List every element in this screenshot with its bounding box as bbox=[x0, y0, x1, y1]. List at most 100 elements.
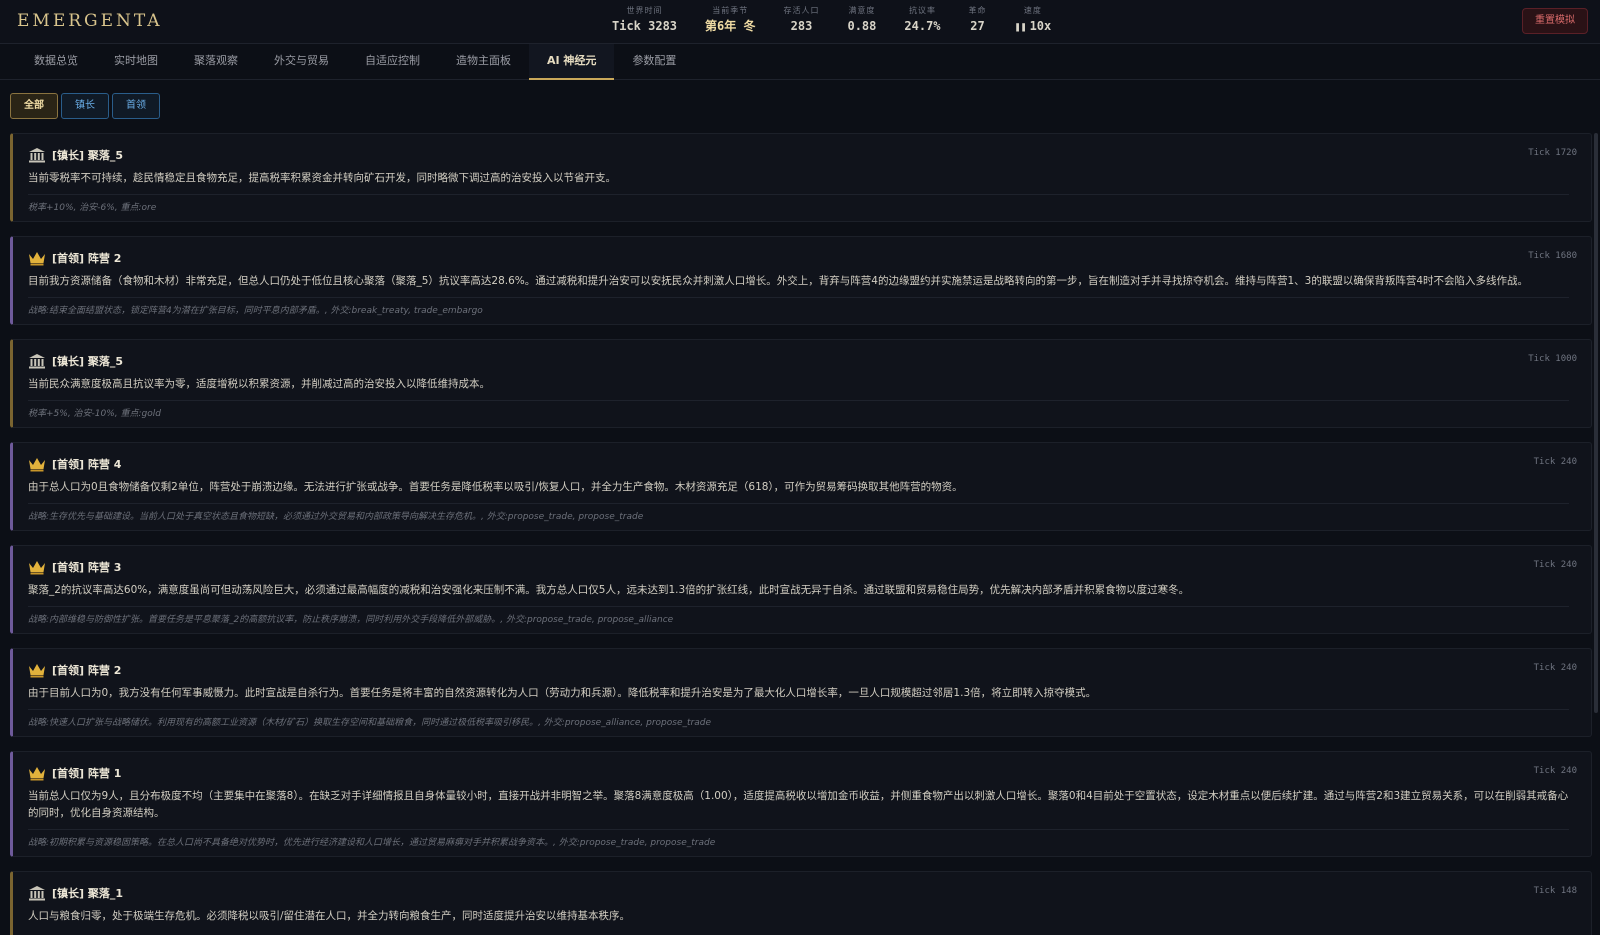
divider bbox=[28, 829, 1569, 830]
scrollbar[interactable] bbox=[1594, 133, 1598, 713]
speed-control[interactable]: ❚❚ 10x bbox=[1015, 17, 1052, 37]
speed-value: 10x bbox=[1029, 19, 1052, 33]
decision-card: [镇长] 聚落_5 Tick 1000 当前民众满意度极高且抗议率为零，适度增税… bbox=[10, 339, 1592, 428]
card-action-summary: 战略:结束全面结盟状态，锁定阵营4为潜在扩张目标，同时平息内部矛盾。, 外交:b… bbox=[28, 306, 483, 316]
divider bbox=[28, 503, 1569, 504]
card-reasoning: 人口与粮食归零，处于极端生存危机。必须降税以吸引/留住潜在人口，并全力转向粮食生… bbox=[28, 910, 631, 922]
stat-label: 速度 bbox=[1023, 6, 1042, 15]
card-tick: Tick 1680 bbox=[1528, 251, 1577, 261]
card-action-summary: 战略:快速人口扩张与战略储伏。利用现有的高额工业资源（木材/矿石）换取生存空间和… bbox=[28, 718, 711, 728]
stats-bar: 世界时间 Tick 3283 当前季节 第6年 冬 存活人口 283 满意度 0… bbox=[598, 5, 1065, 39]
card-tick: Tick 1000 bbox=[1528, 354, 1577, 364]
card-title: [首领] 阵营 2 bbox=[52, 664, 122, 677]
stat-value: 27 bbox=[970, 19, 985, 33]
card-tick: Tick 240 bbox=[1533, 766, 1577, 776]
tab-ai-neurons[interactable]: AI 神经元 bbox=[529, 44, 615, 80]
card-reasoning: 当前零税率不可持续，趁民情稳定且食物充足，提高税率积累资金并转向矿石开发，同时略… bbox=[28, 172, 616, 184]
stat-world-time: 世界时间 Tick 3283 bbox=[598, 5, 691, 39]
decision-card: [首领] 阵营 4 Tick 240 由于总人口为0且食物储备仅剩2单位，阵营处… bbox=[10, 442, 1592, 531]
stat-value: Tick 3283 bbox=[612, 19, 678, 33]
reset-simulation-button[interactable]: 重置模拟 bbox=[1522, 8, 1588, 34]
card-title: [首领] 阵营 4 bbox=[52, 458, 122, 471]
main-tabs: 数据总览 实时地图 聚落观察 外交与贸易 自适应控制 造物主面板 AI 神经元 … bbox=[0, 44, 1600, 80]
card-header: [首领] 阵营 4 bbox=[28, 455, 121, 473]
card-header: [镇长] 聚落_5 bbox=[28, 352, 123, 370]
stat-season: 当前季节 第6年 冬 bbox=[691, 5, 769, 39]
card-header: [首领] 阵营 1 bbox=[28, 764, 121, 782]
stat-value: 283 bbox=[790, 19, 813, 33]
crown-icon bbox=[29, 664, 45, 678]
card-action-summary: 税率+10%, 治安-6%, 重点:ore bbox=[28, 203, 157, 213]
stat-revolutions: 革命 27 bbox=[955, 5, 1001, 39]
filter-leader-button[interactable]: 首领 bbox=[112, 93, 160, 119]
decision-card: [首领] 阵营 2 Tick 240 由于目前人口为0，我方没有任何军事威慑力。… bbox=[10, 648, 1592, 737]
stat-value: 0.88 bbox=[847, 19, 877, 33]
tab-parameters[interactable]: 参数配置 bbox=[614, 44, 694, 80]
bank-icon bbox=[29, 148, 45, 163]
stat-label: 革命 bbox=[968, 6, 987, 15]
crown-icon bbox=[29, 561, 45, 575]
divider bbox=[28, 606, 1569, 607]
tab-diplomacy-trade[interactable]: 外交与贸易 bbox=[256, 44, 347, 80]
card-title: [镇长] 聚落_5 bbox=[52, 149, 124, 162]
card-reasoning: 当前总人口仅为9人，且分布极度不均（主要集中在聚落8）。在缺乏对手详细情报且自身… bbox=[28, 790, 1569, 819]
bank-icon bbox=[29, 886, 45, 901]
filter-mayor-button[interactable]: 镇长 bbox=[61, 93, 109, 119]
card-reasoning: 聚落_2的抗议率高达60%，满意度虽尚可但动荡风险巨大，必须通过最高幅度的减税和… bbox=[28, 584, 1190, 596]
stat-population: 存活人口 283 bbox=[769, 5, 833, 39]
decision-card: [首领] 阵营 1 Tick 240 当前总人口仅为9人，且分布极度不均（主要集… bbox=[10, 751, 1592, 857]
card-action-summary: 战略:初期积累与资源稳固策略。在总人口尚不具备绝对优势时，优先进行经济建设和人口… bbox=[28, 838, 716, 848]
card-action-summary: 税率+5%, 治安-10%, 重点:gold bbox=[28, 409, 161, 419]
divider bbox=[28, 400, 1569, 401]
card-tick: Tick 148 bbox=[1533, 886, 1577, 896]
decision-card: [首领] 阵营 3 Tick 240 聚落_2的抗议率高达60%，满意度虽尚可但… bbox=[10, 545, 1592, 634]
card-title: [镇长] 聚落_5 bbox=[52, 355, 124, 368]
tab-creator-panel[interactable]: 造物主面板 bbox=[438, 44, 529, 80]
tab-live-map[interactable]: 实时地图 bbox=[96, 44, 176, 80]
tab-adaptive-control[interactable]: 自适应控制 bbox=[347, 44, 438, 80]
decision-card: [镇长] 聚落_1 Tick 148 人口与粮食归零，处于极端生存危机。必须降税… bbox=[10, 871, 1592, 935]
stat-label: 存活人口 bbox=[783, 6, 820, 15]
card-tick: Tick 240 bbox=[1533, 663, 1577, 673]
card-title: [首领] 阵营 2 bbox=[52, 252, 122, 265]
divider bbox=[28, 194, 1569, 195]
stat-protest-rate: 抗议率 24.7% bbox=[890, 5, 954, 39]
tab-settlement-view[interactable]: 聚落观察 bbox=[176, 44, 256, 80]
card-title: [首领] 阵营 3 bbox=[52, 561, 122, 574]
crown-icon bbox=[29, 767, 45, 781]
stat-value: 第6年 冬 bbox=[705, 19, 756, 33]
divider bbox=[28, 709, 1569, 710]
top-bar: EMERGENTA 世界时间 Tick 3283 当前季节 第6年 冬 存活人口… bbox=[0, 0, 1600, 44]
divider bbox=[28, 297, 1569, 298]
card-reasoning: 目前我方资源储备（食物和木材）非常充足，但总人口仍处于低位且核心聚落（聚落_5）… bbox=[28, 275, 1529, 287]
card-reasoning: 由于目前人口为0，我方没有任何军事威慑力。此时宣战是自杀行为。首要任务是将丰富的… bbox=[28, 687, 1097, 699]
card-tick: Tick 1720 bbox=[1528, 148, 1577, 158]
card-tick: Tick 240 bbox=[1533, 457, 1577, 467]
card-action-summary: 战略:生存优先与基础建设。当前人口处于真空状态且食物短缺，必须通过外交贸易和内部… bbox=[28, 512, 644, 522]
filter-all-button[interactable]: 全部 bbox=[10, 93, 58, 119]
card-header: [首领] 阵营 3 bbox=[28, 558, 121, 576]
pause-icon[interactable]: ❚❚ bbox=[1015, 19, 1027, 37]
app-logo: EMERGENTA bbox=[17, 11, 163, 31]
stat-speed[interactable]: 速度 ❚❚ 10x bbox=[1001, 5, 1066, 39]
card-title: [首领] 阵营 1 bbox=[52, 767, 122, 780]
decision-card: [首领] 阵营 2 Tick 1680 目前我方资源储备（食物和木材）非常充足，… bbox=[10, 236, 1592, 325]
stat-label: 当前季节 bbox=[712, 6, 749, 15]
card-header: [首领] 阵营 2 bbox=[28, 661, 121, 679]
bank-icon bbox=[29, 354, 45, 369]
stat-value: 24.7% bbox=[904, 19, 941, 33]
card-header: [首领] 阵营 2 bbox=[28, 249, 121, 267]
crown-icon bbox=[29, 252, 45, 266]
card-header: [镇长] 聚落_1 bbox=[28, 884, 123, 902]
card-reasoning: 由于总人口为0且食物储备仅剩2单位，阵营处于崩溃边缘。无法进行扩张或战争。首要任… bbox=[28, 481, 963, 493]
stat-label: 世界时间 bbox=[626, 6, 663, 15]
card-action-summary: 战略:内部维稳与防御性扩张。首要任务是平息聚落_2的高额抗议率，防止秩序崩溃，同… bbox=[28, 615, 674, 625]
stat-satisfaction: 满意度 0.88 bbox=[833, 5, 890, 39]
card-header: [镇长] 聚落_5 bbox=[28, 146, 123, 164]
tab-data-overview[interactable]: 数据总览 bbox=[16, 44, 96, 80]
filter-group: 全部 镇长 首领 bbox=[10, 93, 160, 119]
decision-card: [镇长] 聚落_5 Tick 1720 当前零税率不可持续，趁民情稳定且食物充足… bbox=[10, 133, 1592, 222]
crown-icon bbox=[29, 458, 45, 472]
card-reasoning: 当前民众满意度极高且抗议率为零，适度增税以积累资源，并削减过高的治安投入以降低维… bbox=[28, 378, 490, 390]
card-tick: Tick 240 bbox=[1533, 560, 1577, 570]
